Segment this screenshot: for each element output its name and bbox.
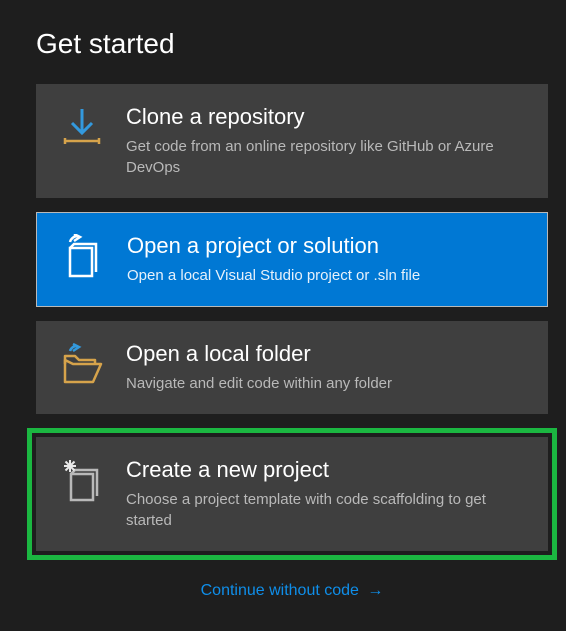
selected-card-wrap: Open a project or solution Open a local …	[36, 212, 548, 307]
card-title: Open a local folder	[126, 341, 528, 367]
card-text: Create a new project Choose a project te…	[126, 457, 528, 531]
create-project-icon	[58, 457, 106, 505]
card-title: Clone a repository	[126, 104, 528, 130]
continue-without-code-link[interactable]: Continue without code →	[36, 582, 548, 600]
clone-repository-card[interactable]: Clone a repository Get code from an onli…	[36, 84, 548, 198]
open-folder-icon	[58, 341, 106, 389]
card-text: Open a local folder Navigate and edit co…	[126, 341, 528, 394]
card-desc: Navigate and edit code within any folder	[126, 373, 528, 394]
clone-icon	[58, 104, 106, 152]
card-title: Create a new project	[126, 457, 528, 483]
card-desc: Get code from an online repository like …	[126, 136, 528, 178]
open-project-card[interactable]: Open a project or solution Open a local …	[37, 213, 547, 306]
card-desc: Open a local Visual Studio project or .s…	[127, 265, 527, 286]
page-title: Get started	[36, 28, 548, 60]
card-title: Open a project or solution	[127, 233, 527, 259]
arrow-right-icon: →	[367, 582, 383, 599]
get-started-cards: Clone a repository Get code from an onli…	[36, 84, 548, 560]
highlighted-card-wrap: Create a new project Choose a project te…	[27, 428, 557, 560]
footer-link-label: Continue without code	[201, 582, 359, 599]
open-folder-card[interactable]: Open a local folder Navigate and edit co…	[36, 321, 548, 414]
card-text: Clone a repository Get code from an onli…	[126, 104, 528, 178]
card-text: Open a project or solution Open a local …	[127, 233, 527, 286]
open-project-icon	[59, 233, 107, 281]
card-desc: Choose a project template with code scaf…	[126, 489, 528, 531]
create-project-card[interactable]: Create a new project Choose a project te…	[36, 437, 548, 551]
